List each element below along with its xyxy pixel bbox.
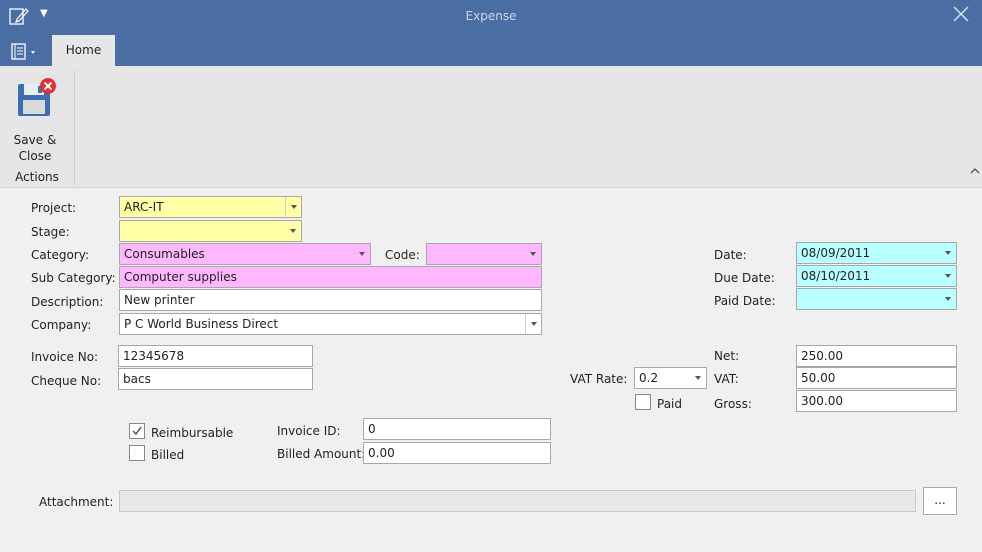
billed-amount-label: Billed Amount: (277, 447, 366, 461)
project-value: ARC-IT (124, 200, 164, 214)
chevron-down-icon[interactable] (525, 314, 541, 334)
vat-rate-label: VAT Rate: (570, 372, 628, 386)
billed-checkbox[interactable] (129, 445, 145, 461)
app-menu-icon[interactable] (10, 43, 38, 60)
description-value: New printer (124, 293, 195, 307)
ribbon-separator (74, 70, 75, 185)
group-actions-label: Actions (15, 170, 59, 184)
stage-label: Stage: (31, 225, 70, 239)
category-combo[interactable]: Consumables (119, 243, 371, 265)
billed-amount-field[interactable]: 0.00 (363, 442, 551, 464)
due-date-label: Due Date: (714, 271, 775, 285)
gross-field[interactable]: 300.00 (796, 390, 957, 412)
checkmark-icon (132, 426, 142, 436)
date-value: 08/09/2011 (801, 246, 871, 260)
save-close-label: Save & Close (13, 133, 57, 163)
paid-label: Paid (657, 397, 683, 411)
title-bar: ▼ Expense (0, 0, 982, 35)
project-label: Project: (31, 201, 77, 215)
sub-category-label: Sub Category: (31, 271, 116, 285)
chevron-down-icon[interactable] (285, 221, 301, 241)
chevron-down-icon[interactable] (690, 368, 706, 388)
sub-category-field[interactable]: Computer supplies (119, 266, 542, 288)
attachment-label: Attachment: (39, 495, 114, 509)
code-label: Code: (385, 248, 420, 262)
vat-field[interactable]: 50.00 (796, 367, 957, 389)
browse-attachment-button[interactable]: ... (923, 487, 957, 515)
reimbursable-label: Reimbursable (151, 426, 234, 440)
date-label: Date: (714, 248, 747, 262)
cheque-no-label: Cheque No: (31, 374, 102, 388)
description-field[interactable]: New printer (119, 289, 542, 311)
close-icon[interactable] (952, 5, 970, 23)
ribbon-tab-bar: Home (0, 35, 982, 66)
company-label: Company: (31, 318, 92, 332)
project-combo[interactable]: ARC-IT (119, 196, 302, 218)
category-label: Category: (31, 248, 89, 262)
gross-value: 300.00 (801, 394, 843, 408)
reimbursable-checkbox[interactable] (129, 423, 145, 439)
sub-category-value: Computer supplies (124, 270, 237, 284)
chevron-down-icon[interactable] (354, 244, 370, 264)
description-label: Description: (31, 295, 104, 309)
net-value: 250.00 (801, 349, 843, 363)
ribbon-panel: Save & Close Actions (0, 66, 982, 188)
invoice-no-value: 12345678 (123, 349, 185, 363)
date-picker[interactable]: 08/09/2011 (796, 242, 957, 264)
save-close-icon (18, 78, 56, 116)
save-close-button[interactable]: Save & Close (6, 76, 64, 163)
attachment-field[interactable] (119, 490, 916, 512)
invoice-no-label: Invoice No: (31, 350, 99, 364)
vat-rate-value: 0.2 (639, 371, 659, 385)
billed-label: Billed (151, 448, 185, 462)
net-label: Net: (714, 349, 740, 363)
billed-amount-value: 0.00 (368, 446, 395, 460)
invoice-no-field[interactable]: 12345678 (118, 345, 313, 367)
paid-date-picker[interactable] (796, 288, 957, 310)
vat-label: VAT: (714, 372, 739, 386)
company-combo[interactable]: P C World Business Direct (119, 313, 542, 335)
invoice-id-label: Invoice ID: (277, 424, 341, 438)
category-value: Consumables (124, 247, 205, 261)
paid-date-label: Paid Date: (714, 294, 776, 308)
paid-checkbox[interactable] (635, 394, 651, 410)
chevron-down-icon[interactable] (940, 289, 956, 309)
chevron-down-icon[interactable] (940, 243, 956, 263)
invoice-id-field[interactable]: 0 (363, 418, 551, 440)
due-date-picker[interactable]: 08/10/2011 (796, 265, 957, 287)
vat-rate-combo[interactable]: 0.2 (634, 367, 707, 389)
cheque-no-value: bacs (123, 372, 151, 386)
vat-value: 50.00 (801, 371, 836, 385)
window-title: Expense (465, 9, 517, 23)
cheque-no-field[interactable]: bacs (118, 368, 313, 390)
chevron-down-icon[interactable] (285, 197, 301, 217)
collapse-ribbon-icon[interactable] (970, 166, 980, 176)
company-value: P C World Business Direct (124, 317, 279, 331)
stage-combo[interactable] (119, 220, 302, 242)
code-combo[interactable] (426, 243, 542, 265)
gross-label: Gross: (714, 397, 752, 411)
due-date-value: 08/10/2011 (801, 269, 871, 283)
net-field[interactable]: 250.00 (796, 345, 957, 367)
tab-home[interactable]: Home (52, 35, 115, 66)
invoice-id-value: 0 (368, 422, 376, 436)
chevron-down-icon[interactable] (525, 244, 541, 264)
chevron-down-icon[interactable] (940, 266, 956, 286)
